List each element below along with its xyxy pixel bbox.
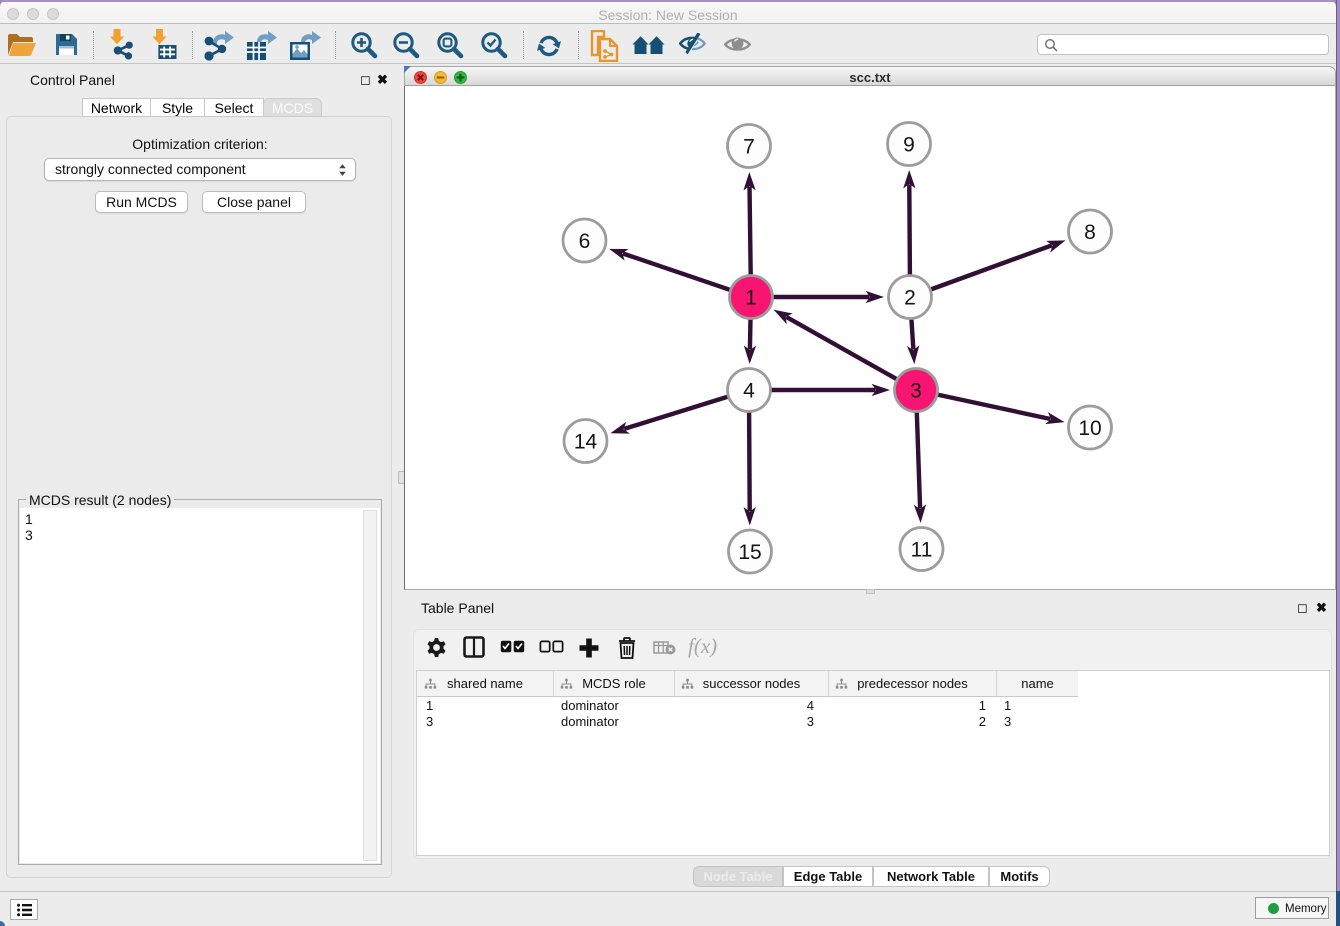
svg-text:6: 6 [579, 230, 591, 253]
svg-text:7: 7 [743, 136, 755, 159]
svg-text:9: 9 [903, 134, 915, 157]
svg-text:4: 4 [743, 380, 755, 403]
svg-text:1: 1 [745, 287, 757, 310]
svg-text:3: 3 [910, 380, 922, 403]
svg-text:11: 11 [911, 539, 933, 562]
svg-text:8: 8 [1084, 221, 1096, 244]
svg-text:2: 2 [904, 287, 916, 310]
svg-text:14: 14 [574, 431, 598, 454]
svg-text:15: 15 [738, 541, 761, 564]
svg-text:10: 10 [1078, 417, 1101, 440]
